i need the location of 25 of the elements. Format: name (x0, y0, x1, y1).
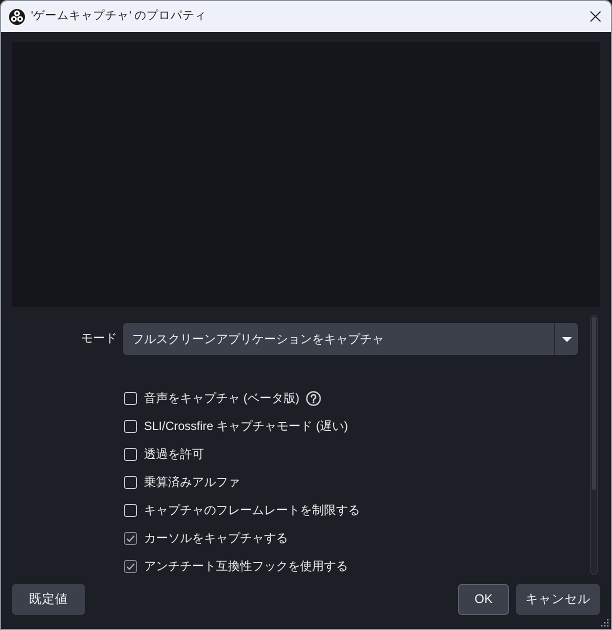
checkbox-label: 音声をキャプチャ (ベータ版) (144, 390, 300, 406)
checkbox[interactable] (124, 560, 137, 572)
checkbox[interactable] (124, 448, 137, 460)
ok-button[interactable]: OK (458, 584, 509, 615)
checkbox[interactable] (124, 504, 137, 516)
checkbox-label: カーソルをキャプチャする (144, 530, 288, 546)
field-label: モード (81, 330, 117, 346)
checkbox-label: アンチチート互換性フックを使用する (144, 558, 348, 574)
checkbox[interactable] (124, 532, 137, 544)
mode-dropdown[interactable]: フルスクリーンアプリケーションをキャプチャ (123, 323, 578, 355)
checkbox-label: 透過を許可 (144, 446, 204, 462)
window-title: 'ゲームキャプチャ' のプロパティ (31, 8, 207, 24)
checkbox[interactable] (124, 420, 137, 432)
checkbox-label: SLI/Crossfire キャプチャモード (遅い) (144, 418, 348, 434)
checkbox[interactable] (124, 476, 137, 488)
scrollbar-track[interactable] (590, 315, 598, 575)
logo-icon (9, 8, 25, 24)
defaults-button[interactable]: 既定値 (12, 584, 85, 615)
close-icon (590, 11, 600, 22)
checkbox-label: キャプチャのフレームレートを制限する (144, 502, 360, 518)
cancel-button[interactable]: キャンセル (516, 584, 600, 615)
caret-icon (562, 336, 572, 342)
checkbox[interactable] (124, 392, 137, 404)
resize-grip-icon[interactable] (601, 619, 609, 627)
checkbox-label: 乗算済みアルファ (144, 474, 240, 490)
